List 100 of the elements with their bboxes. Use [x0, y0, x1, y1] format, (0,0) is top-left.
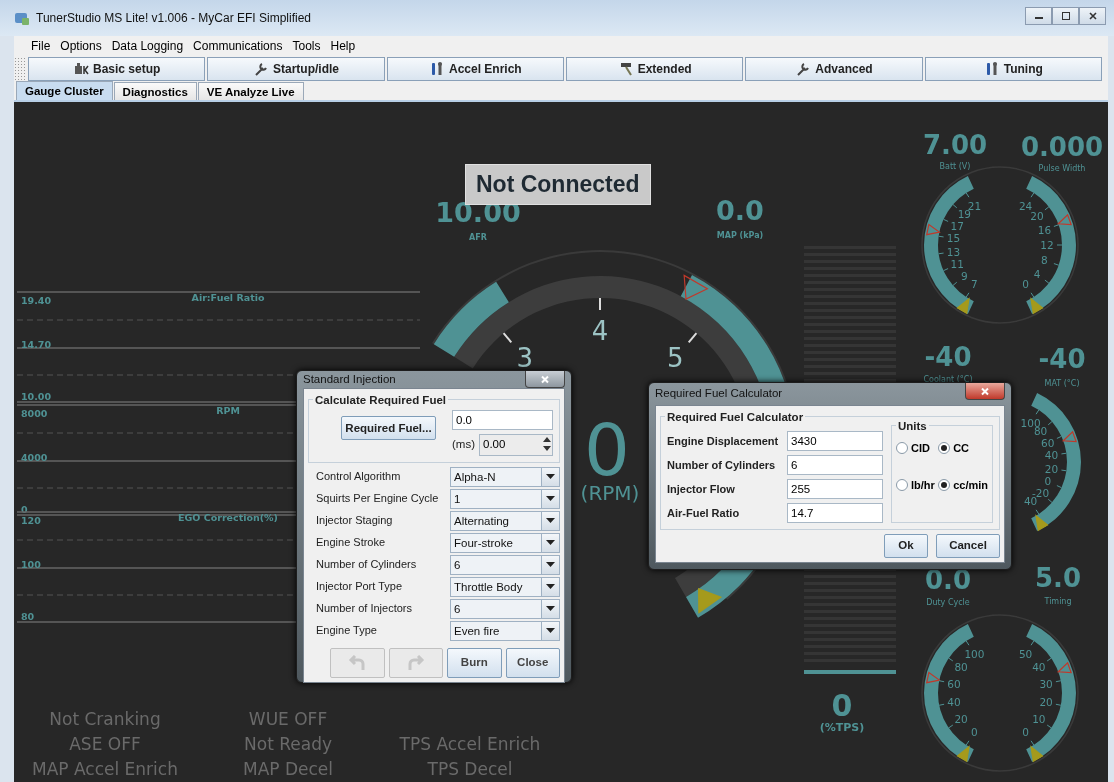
status-indicator: Not Cranking	[49, 709, 161, 729]
input-field[interactable]: 14.7	[787, 503, 883, 523]
dropdown-arrow-icon	[546, 474, 555, 479]
gauge-tick-label: 7	[971, 278, 978, 291]
menu-item[interactable]: Data Logging	[111, 36, 184, 55]
spinner-field[interactable]: 0.00	[479, 434, 553, 456]
dialog-button[interactable]: Burn	[447, 647, 502, 678]
gauge-tick-label: 24	[1018, 199, 1033, 212]
toolbar-button[interactable]: Extended	[566, 57, 744, 81]
window-title: TunerStudio MS Lite! v1.006 - MyCar EFI Simplified	[36, 10, 311, 27]
status-indicator: WUE OFF	[248, 709, 328, 729]
chart-title: EGO Correction(%)	[178, 512, 278, 523]
tab[interactable]: Diagnostics	[113, 82, 197, 100]
menu-item[interactable]: File	[31, 36, 51, 55]
gauge-value: 5.0	[1034, 563, 1082, 593]
gauge-tick-label: 11	[950, 258, 964, 271]
gauge-label: AFR	[469, 233, 487, 242]
dropdown[interactable]: Throttle Body	[450, 576, 560, 597]
toolbar-button[interactable]: Startup/idle	[207, 57, 385, 81]
radio-option[interactable]: CC	[938, 440, 988, 457]
wrench-icon	[795, 61, 812, 77]
dialog-button[interactable]: Ok	[884, 534, 928, 558]
gauge-tick-label: 40	[947, 696, 961, 709]
gauge-tick-label: 60	[947, 677, 961, 690]
chart-title: RPM	[216, 405, 240, 416]
unit-label: (ms)	[452, 437, 475, 453]
field-label: Injector Port Type	[315, 579, 403, 595]
menu-item[interactable]: Tools	[292, 36, 321, 55]
gauge-label: MAP (kPa)	[716, 231, 764, 240]
gauge-tick-label: 0	[1044, 475, 1052, 488]
input-field[interactable]: 255	[787, 479, 883, 499]
radio-option[interactable]: lb/hr	[896, 476, 939, 493]
radio-button[interactable]	[896, 478, 908, 491]
field-label: Squirts Per Engine Cycle	[315, 491, 440, 507]
dialog-button[interactable]: Close	[505, 647, 560, 678]
axis-label: 14.70	[21, 339, 52, 350]
field-label: Injector Flow	[667, 481, 736, 497]
dropdown[interactable]: 1	[450, 488, 560, 509]
field-label: Control Algorithm	[315, 469, 402, 485]
gauge-value: 7.00	[922, 130, 988, 160]
menu-item[interactable]: Communications	[193, 36, 283, 55]
gauge-value: -40	[924, 342, 972, 372]
menu-item[interactable]: Options	[60, 36, 102, 55]
dropdown[interactable]: 6	[450, 598, 560, 619]
gauge-tick-label: 60	[1041, 436, 1055, 449]
gauge-tick-label: 40	[1044, 449, 1059, 462]
close-icon	[980, 386, 990, 396]
dropdown[interactable]: Even fire	[450, 620, 560, 641]
dropdown[interactable]: Alpha-N	[450, 466, 560, 487]
radio-option[interactable]: CID	[896, 440, 939, 457]
toolbar-button[interactable]: Advanced	[745, 57, 923, 81]
dropdown[interactable]: Four-stroke	[450, 532, 560, 553]
gauge-tick-label: 13	[946, 245, 961, 258]
calculate-button[interactable]: Required Fuel...	[341, 416, 436, 441]
toolbar-button[interactable]: Tuning	[924, 57, 1102, 81]
axis-label: 8000	[21, 408, 48, 419]
tab[interactable]: Gauge Cluster	[16, 81, 113, 100]
close-button[interactable]	[1079, 7, 1106, 25]
close-button[interactable]	[525, 371, 565, 388]
tab[interactable]: VE Analyze Live	[197, 82, 304, 100]
input-field[interactable]: 6	[787, 455, 883, 475]
status-indicator: MAP Accel Enrich	[32, 759, 178, 779]
gauge-tick-label: 3	[516, 343, 534, 374]
dropdown[interactable]: Alternating	[450, 510, 560, 531]
radio-button[interactable]	[938, 478, 951, 491]
dropdown-arrow-icon	[546, 540, 555, 545]
gauge-tick-label: 0	[1022, 278, 1029, 291]
toolbar-grip[interactable]	[14, 57, 26, 81]
toolbar-button[interactable]: Basic setup	[28, 57, 206, 81]
dialog-button[interactable]: Cancel	[936, 534, 1000, 558]
dialog-title: Required Fuel Calculator	[655, 386, 783, 402]
close-button[interactable]	[965, 383, 1005, 400]
field-label: Air-Fuel Ratio	[667, 505, 741, 521]
field-label: Number of Injectors	[315, 601, 413, 617]
status-indicator: TPS Decel	[427, 759, 513, 779]
input-field[interactable]: 3430	[787, 431, 883, 451]
gauge-tick-label: 9	[961, 269, 968, 282]
gauge-tick-label: 20	[1044, 462, 1059, 475]
dropdown-arrow-icon	[546, 606, 555, 611]
minimize-button[interactable]	[1025, 7, 1052, 25]
menu-item[interactable]: Help	[330, 36, 356, 55]
app-icon	[14, 10, 30, 26]
gauge-tick-label: 20	[954, 713, 968, 726]
field-label: Injector Staging	[315, 513, 394, 529]
dropdown[interactable]: 6	[450, 554, 560, 575]
maximize-button[interactable]	[1052, 7, 1079, 25]
gauge-tick-label: 50	[1018, 647, 1033, 660]
input-field[interactable]: 0.0	[452, 410, 553, 431]
radio-option[interactable]: cc/min	[938, 476, 988, 493]
gauge-tick-label: 4	[591, 316, 609, 346]
gauge-tick-label: 20	[1030, 210, 1044, 223]
radio-button[interactable]	[896, 442, 908, 455]
gauge-tick-label: 8	[1041, 254, 1048, 267]
axis-label: 120	[21, 515, 41, 526]
plug-icon	[73, 61, 89, 77]
gauge-label: (%TPS)	[819, 721, 865, 734]
curved-arrow-icon	[348, 654, 367, 671]
field-label: Engine Type	[315, 623, 378, 639]
radio-button[interactable]	[938, 442, 951, 455]
toolbar-button[interactable]: Accel Enrich	[386, 57, 564, 81]
